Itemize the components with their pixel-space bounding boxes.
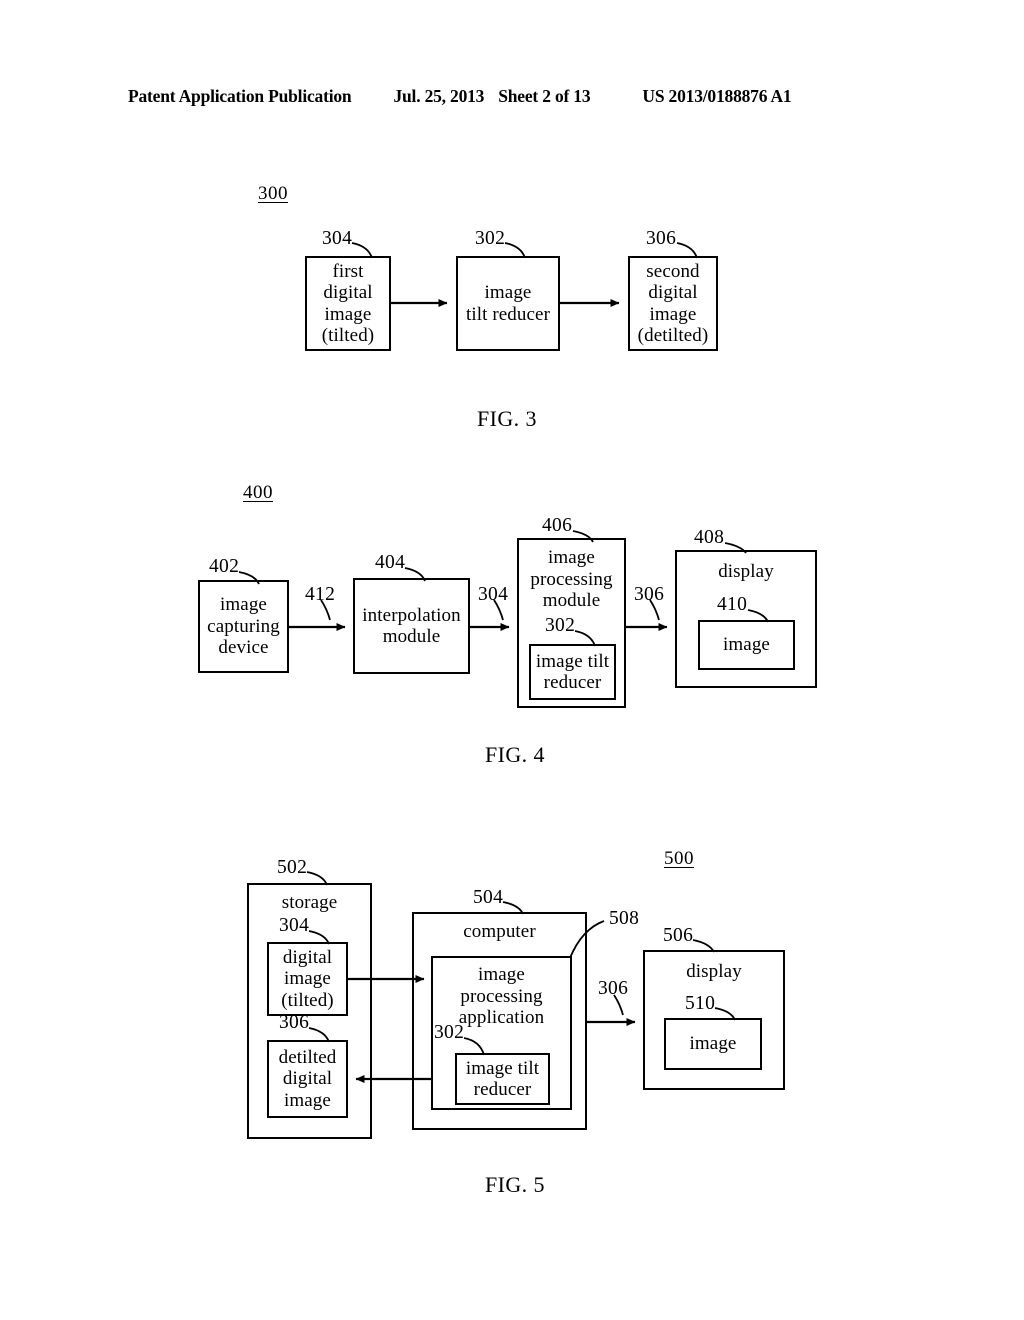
fig3-box-second-digital-image: second digital image (detilted) (628, 256, 718, 351)
fig5-box-display-label: display (686, 961, 742, 982)
fig3-ref-304: 304 (322, 228, 353, 249)
fig5-box-digital-image-tilted: digital image (tilted) (267, 942, 348, 1016)
fig5-box-image-tilt-reducer-label: image tilt reducer (465, 1057, 540, 1101)
fig4-ref-406: 406 (542, 515, 573, 536)
fig4-box-image-label: image (723, 634, 770, 656)
fig4-box-image-tilt-reducer: image tilt reducer (529, 644, 616, 700)
fig4-box-image-capturing-device: image capturing device (198, 580, 289, 673)
fig4-box-interpolation-module-label: interpolation module (362, 604, 461, 648)
fig5-box-image: image (664, 1018, 762, 1070)
fig4-box-image-tilt-reducer-label: image tilt reducer (535, 650, 610, 694)
fig5-caption: FIG. 5 (485, 1172, 545, 1197)
fig3-box-image-tilt-reducer: image tilt reducer (456, 256, 560, 351)
fig5-ref-304: 304 (279, 915, 310, 936)
fig4-ref-304: 304 (478, 584, 509, 605)
fig5-ref-508: 508 (609, 908, 640, 929)
fig3-system-label: 300 (258, 183, 288, 204)
fig3-ref-302: 302 (475, 228, 506, 249)
header-patent-number-text: US 2013/0188876 A1 (642, 86, 792, 106)
fig5-ref-504: 504 (473, 887, 504, 908)
fig5-ref-306: 306 (279, 1012, 310, 1033)
fig5-box-image-processing-application-label: image processing application (458, 964, 545, 1028)
fig4-ref-302: 302 (545, 615, 576, 636)
fig3-box-second-digital-image-label: second digital image (detilted) (637, 260, 709, 347)
fig4-box-image: image (698, 620, 795, 670)
fig5-box-computer-label: computer (463, 921, 536, 942)
fig5-box-digital-image-tilted-label: digital image (tilted) (281, 946, 334, 1011)
fig5-ref-510: 510 (685, 993, 716, 1014)
fig4-ref-404: 404 (375, 552, 406, 573)
patent-drawing-page: Patent Application Publication Jul. 25, … (0, 0, 1024, 1320)
header-date-text: Jul. 25, 2013 (393, 86, 485, 106)
fig5-box-detilted-digital-image: detilted digital image (267, 1040, 348, 1118)
fig5-box-detilted-digital-image-label: detilted digital image (278, 1046, 337, 1111)
fig3-ref-306: 306 (646, 228, 677, 249)
header-publication-text: Patent Application Publication (128, 86, 352, 106)
fig4-ref-408: 408 (694, 527, 725, 548)
fig5-ref-302: 302 (434, 1022, 465, 1043)
fig4-ref-412: 412 (305, 584, 336, 605)
fig5-box-image-label: image (689, 1033, 737, 1055)
fig4-ref-402: 402 (209, 556, 240, 577)
fig5-box-image-tilt-reducer: image tilt reducer (455, 1053, 550, 1105)
fig4-box-image-processing-module-label: image processing module (530, 547, 613, 611)
header-sheet-text: Sheet 2 of 13 (498, 86, 591, 106)
fig4-ref-410: 410 (717, 594, 748, 615)
fig5-ref-306-arrow: 306 (598, 978, 629, 999)
fig3-caption: FIG. 3 (477, 406, 537, 431)
fig4-ref-306: 306 (634, 584, 665, 605)
fig4-caption: FIG. 4 (485, 742, 545, 767)
fig5-ref-502: 502 (277, 857, 308, 878)
fig3-box-image-tilt-reducer-label: image tilt reducer (465, 282, 551, 325)
fig4-box-image-capturing-device-label: image capturing device (207, 594, 280, 659)
fig4-box-display-label: display (718, 561, 774, 582)
fig5-box-storage-label: storage (281, 892, 338, 913)
fig4-system-label: 400 (243, 482, 273, 503)
fig5-system-label: 500 (664, 848, 694, 869)
fig3-box-first-digital-image-label: first digital image (tilted) (321, 260, 375, 347)
fig4-box-interpolation-module: interpolation module (353, 578, 470, 674)
fig5-ref-506: 506 (663, 925, 694, 946)
page-header: Patent Application Publication Jul. 25, … (128, 86, 888, 112)
fig3-box-first-digital-image: first digital image (tilted) (305, 256, 391, 351)
